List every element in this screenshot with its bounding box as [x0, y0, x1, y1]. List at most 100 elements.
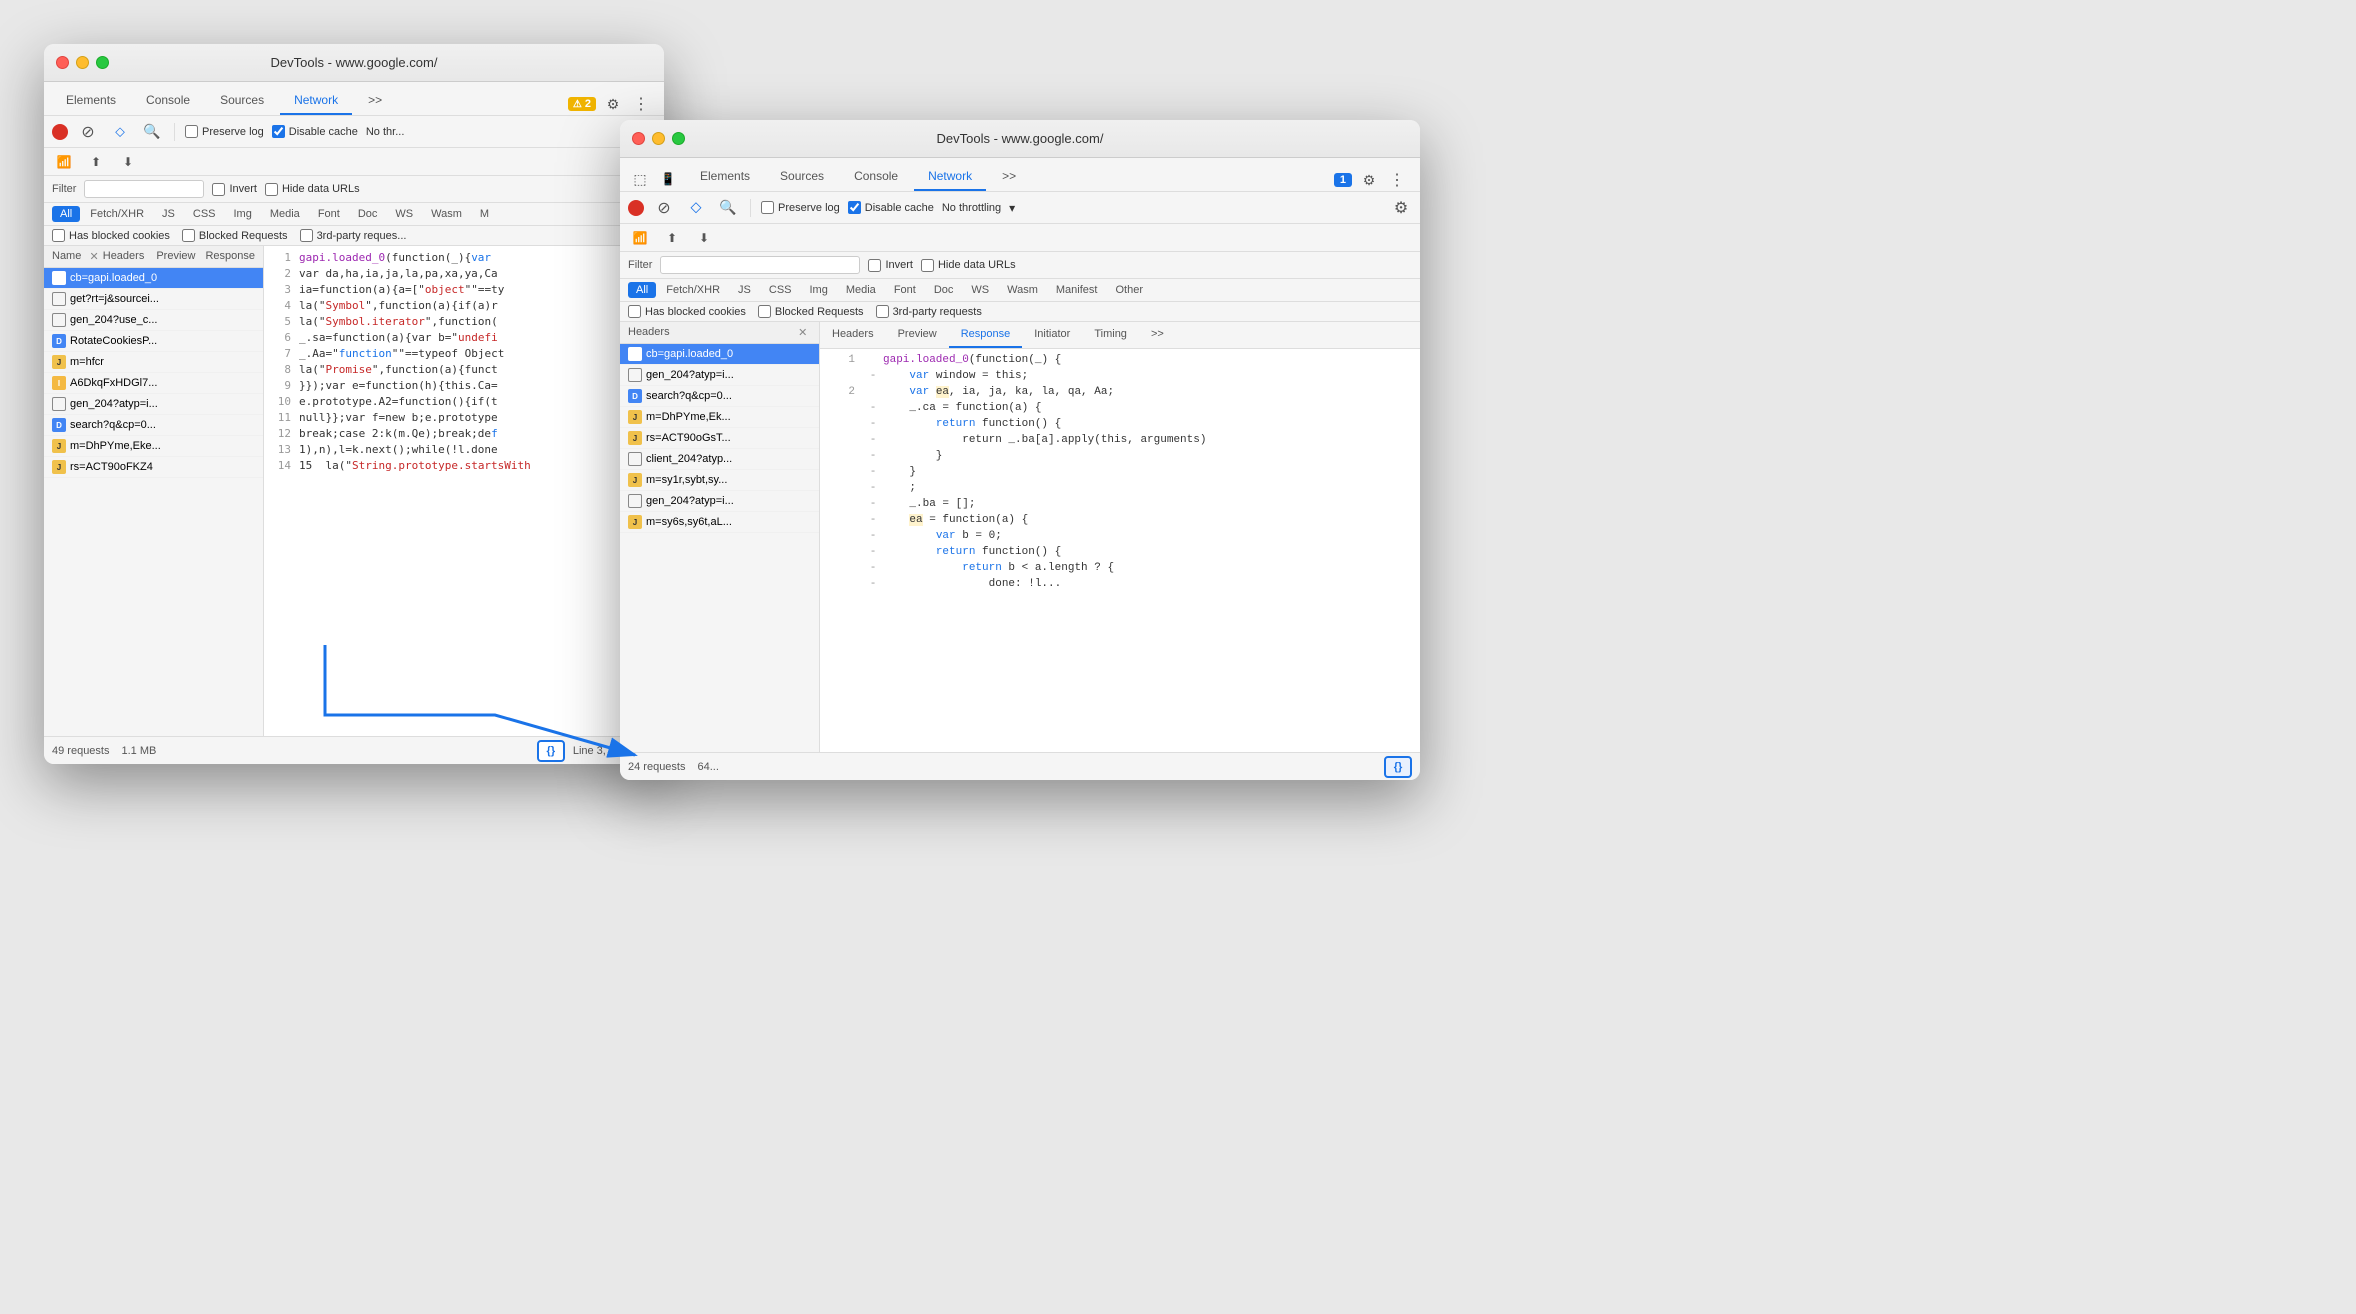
blocked-cookies-label-front[interactable]: Has blocked cookies [628, 305, 746, 318]
list-item-4-back[interactable]: J m=hfcr [44, 352, 263, 373]
settings-button-front[interactable]: ⚙ [1358, 169, 1380, 191]
list-item-0-front[interactable]: J cb=gapi.loaded_0 [620, 344, 819, 365]
type-btn-fetch-front[interactable]: Fetch/XHR [658, 282, 728, 298]
hide-data-urls-label-back[interactable]: Hide data URLs [265, 183, 360, 196]
type-btn-ws-front[interactable]: WS [963, 282, 997, 298]
clear-button-front[interactable]: ⊘ [652, 196, 676, 220]
tab-network-front[interactable]: Network [914, 163, 986, 191]
type-btn-ws-back[interactable]: WS [387, 206, 421, 222]
third-party-label-front[interactable]: 3rd-party requests [876, 305, 982, 318]
filter-button-back[interactable]: ⬦ [108, 120, 132, 144]
blocked-requests-checkbox-front[interactable] [758, 305, 771, 318]
invert-checkbox-back[interactable] [212, 183, 225, 196]
minimize-button-front[interactable] [652, 132, 665, 145]
list-item-4-front[interactable]: J rs=ACT90oGsT... [620, 428, 819, 449]
filter-input-front[interactable] [660, 256, 860, 274]
list-item-8-front[interactable]: J m=sy6s,sy6t,aL... [620, 512, 819, 533]
tab-more-back[interactable]: >> [354, 87, 396, 115]
list-item-3-back[interactable]: D RotateCookiesP... [44, 331, 263, 352]
third-party-checkbox-front[interactable] [876, 305, 889, 318]
list-item-7-front[interactable]: gen_204?atyp=i... [620, 491, 819, 512]
preserve-log-label-back[interactable]: Preserve log [185, 125, 264, 138]
tab-console-back[interactable]: Console [132, 87, 204, 115]
preserve-log-checkbox-back[interactable] [185, 125, 198, 138]
preserve-log-label-front[interactable]: Preserve log [761, 201, 840, 214]
close-col-back[interactable]: ✕ [90, 250, 99, 263]
type-btn-all-front[interactable]: All [628, 282, 656, 298]
list-item-6-front[interactable]: J m=sy1r,sybt,sy... [620, 470, 819, 491]
list-item-0-back[interactable]: J cb=gapi.loaded_0 [44, 268, 263, 289]
list-item-5-back[interactable]: I A6DkqFxHDGl7... [44, 373, 263, 394]
type-btn-js-front[interactable]: JS [730, 282, 759, 298]
type-btn-img-front[interactable]: Img [802, 282, 836, 298]
upload-icon-back[interactable]: ⬆ [84, 150, 108, 174]
close-col-front[interactable]: ✕ [794, 326, 811, 339]
type-btn-doc-back[interactable]: Doc [350, 206, 386, 222]
type-btn-font-back[interactable]: Font [310, 206, 348, 222]
disable-cache-checkbox-back[interactable] [272, 125, 285, 138]
type-btn-m-back[interactable]: M [472, 206, 497, 222]
disable-cache-checkbox-front[interactable] [848, 201, 861, 214]
list-item-9-back[interactable]: J rs=ACT90oFKZ4 [44, 457, 263, 478]
disable-cache-label-back[interactable]: Disable cache [272, 125, 358, 138]
maximize-button-back[interactable] [96, 56, 109, 69]
type-btn-wasm-back[interactable]: Wasm [423, 206, 470, 222]
tab-sources-back[interactable]: Sources [206, 87, 278, 115]
wifi-icon-front[interactable]: 📶 [628, 226, 652, 250]
download-icon-back[interactable]: ⬇ [116, 150, 140, 174]
inspect-icon-front[interactable]: ⬚ [628, 167, 652, 191]
blocked-cookies-label-back[interactable]: Has blocked cookies [52, 229, 170, 242]
type-btn-wasm-front[interactable]: Wasm [999, 282, 1046, 298]
tab-elements-front[interactable]: Elements [686, 163, 764, 191]
clear-button-back[interactable]: ⊘ [76, 120, 100, 144]
type-btn-doc-front[interactable]: Doc [926, 282, 962, 298]
blocked-requests-checkbox-back[interactable] [182, 229, 195, 242]
hide-data-urls-checkbox-front[interactable] [921, 259, 934, 272]
device-icon-front[interactable]: 📱 [656, 167, 680, 191]
list-item-5-front[interactable]: client_204?atyp... [620, 449, 819, 470]
list-item-6-back[interactable]: gen_204?atyp=i... [44, 394, 263, 415]
record-button-back[interactable] [52, 124, 68, 140]
minimize-button-back[interactable] [76, 56, 89, 69]
warning-badge-back[interactable]: ⚠ 2 [568, 97, 596, 111]
record-button-front[interactable] [628, 200, 644, 216]
list-item-1-back[interactable]: get?rt=j&sourcei... [44, 289, 263, 310]
blocked-cookies-checkbox-back[interactable] [52, 229, 65, 242]
list-item-7-back[interactable]: D search?q&cp=0... [44, 415, 263, 436]
type-btn-js-back[interactable]: JS [154, 206, 183, 222]
third-party-label-back[interactable]: 3rd-party reques... [300, 229, 407, 242]
tab-sources-front[interactable]: Sources [766, 163, 838, 191]
wifi-icon-back[interactable]: 📶 [52, 150, 76, 174]
hide-data-urls-checkbox-back[interactable] [265, 183, 278, 196]
close-button-front[interactable] [632, 132, 645, 145]
third-party-checkbox-back[interactable] [300, 229, 313, 242]
filter-input-back[interactable] [84, 180, 204, 198]
type-btn-img-back[interactable]: Img [226, 206, 260, 222]
tab-more-front[interactable]: >> [988, 163, 1030, 191]
list-item-2-front[interactable]: D search?q&cp=0... [620, 386, 819, 407]
panel-tab-initiator[interactable]: Initiator [1022, 322, 1082, 348]
preserve-log-checkbox-front[interactable] [761, 201, 774, 214]
filter-button-front[interactable]: ⬦ [684, 196, 708, 220]
list-item-2-back[interactable]: gen_204?use_c... [44, 310, 263, 331]
blocked-requests-label-front[interactable]: Blocked Requests [758, 305, 864, 318]
type-btn-font-front[interactable]: Font [886, 282, 924, 298]
list-item-1-front[interactable]: gen_204?atyp=i... [620, 365, 819, 386]
panel-tab-preview[interactable]: Preview [886, 322, 949, 348]
more-button-back[interactable]: ⋮ [630, 93, 652, 115]
type-btn-css-front[interactable]: CSS [761, 282, 800, 298]
format-button-front[interactable]: {} [1384, 756, 1412, 778]
tab-elements-back[interactable]: Elements [52, 87, 130, 115]
type-btn-other-front[interactable]: Other [1107, 282, 1151, 298]
tab-console-front[interactable]: Console [840, 163, 912, 191]
invert-label-front[interactable]: Invert [868, 259, 913, 272]
panel-tab-more-front[interactable]: >> [1139, 322, 1176, 348]
panel-tab-timing[interactable]: Timing [1082, 322, 1139, 348]
list-item-3-front[interactable]: J m=DhPYme,Ek... [620, 407, 819, 428]
invert-checkbox-front[interactable] [868, 259, 881, 272]
network-settings-btn-front[interactable]: ⚙ [1390, 197, 1412, 219]
type-btn-manifest-front[interactable]: Manifest [1048, 282, 1106, 298]
search-button-front[interactable]: 🔍 [716, 196, 740, 220]
search-button-back[interactable]: 🔍 [140, 120, 164, 144]
blocked-requests-label-back[interactable]: Blocked Requests [182, 229, 288, 242]
